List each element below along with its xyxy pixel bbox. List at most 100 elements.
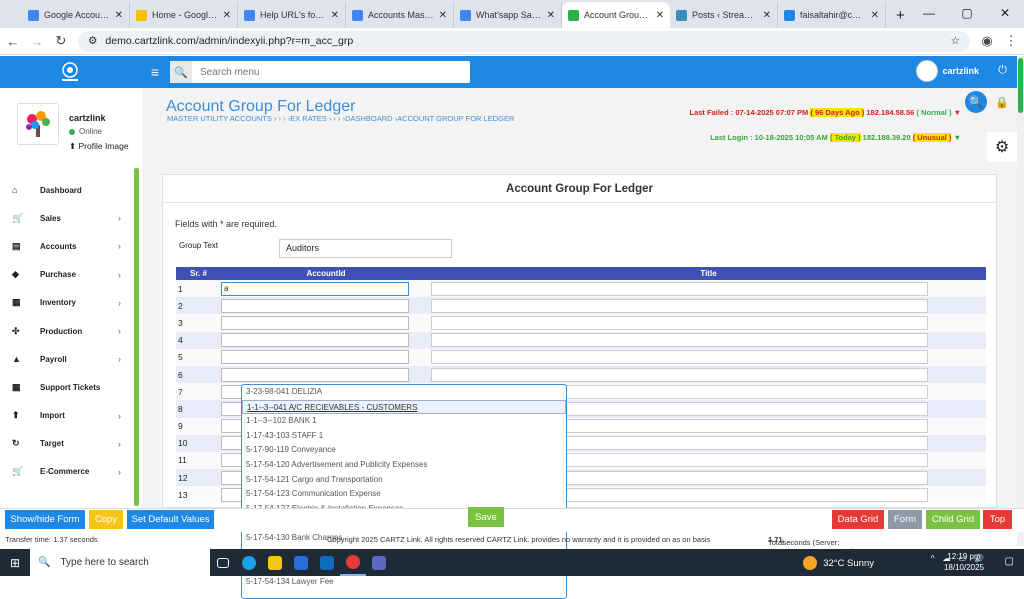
show-hide-form-button[interactable]: Show/hide Form — [5, 510, 85, 529]
tab-close-icon[interactable]: ✕ — [871, 10, 879, 21]
sidebar-item-sales[interactable]: 🛒 Sales › — [0, 204, 134, 232]
last-login-info: Last Login : 10-18-2025 10:05 AM ( Today… — [710, 133, 961, 142]
account-id-input[interactable] — [221, 350, 409, 365]
back-icon[interactable]: ← — [6, 34, 20, 49]
child-grid-button[interactable]: Child Grid — [926, 510, 980, 529]
chevron-right-icon: › — [118, 438, 121, 449]
suggestion-option[interactable]: 1-17-43-103 STAFF 1 — [242, 429, 566, 444]
hamburger-icon[interactable]: ≡ — [140, 64, 170, 80]
suggestion-option[interactable]: 5-17-54-120 Advertisement and Publicity … — [242, 458, 566, 473]
sidebar-item-dashboard[interactable]: ⌂ Dashboard — [0, 176, 134, 204]
profile-icon[interactable]: ◉ — [980, 33, 994, 49]
title-input[interactable] — [431, 367, 928, 382]
tab-close-icon[interactable]: ✕ — [331, 10, 339, 21]
sidebar-item-production[interactable]: ✣ Production › — [0, 317, 134, 345]
sidebar-item-purchase[interactable]: ◆ Purchase › — [0, 261, 134, 289]
tab-close-icon[interactable]: ✕ — [439, 10, 447, 21]
edge-icon[interactable] — [236, 549, 262, 576]
forward-icon[interactable]: → — [30, 34, 44, 49]
tab-close-icon[interactable]: ✕ — [763, 10, 771, 21]
top-button[interactable]: Top — [983, 510, 1012, 529]
sidebar-item-payroll[interactable]: ▲ Payroll › — [0, 345, 134, 373]
sidebar-item-label: Purchase — [40, 270, 77, 280]
page-scrollbar[interactable] — [1017, 56, 1024, 546]
suggestion-option[interactable]: 1-1--3--041 A/C RECIEVABLES - CUSTOMERS — [242, 399, 566, 415]
cog-icon: ✣ — [12, 325, 20, 336]
outlook-icon[interactable] — [314, 549, 340, 576]
sidebar-item-support-tickets[interactable]: ▩ Support Tickets — [0, 373, 134, 401]
group-text-input[interactable]: Auditors — [279, 239, 452, 258]
taskview-icon[interactable] — [210, 549, 236, 576]
browser-tab[interactable]: Google Accounts ✕ — [22, 2, 130, 28]
search-icon[interactable]: 🔍 — [170, 61, 192, 83]
suggestion-option[interactable]: 5-17-90-119 Conveyance — [242, 443, 566, 458]
data-grid-button[interactable]: Data Grid — [832, 510, 884, 529]
sidebar-item-target[interactable]: ↻ Target › — [0, 430, 134, 458]
sidebar-item-inventory[interactable]: ▦ Inventory › — [0, 289, 134, 317]
reload-icon[interactable]: ↻ — [54, 33, 68, 49]
account-id-input[interactable] — [221, 367, 409, 382]
suggestion-option[interactable]: 1-1--3--102 BANK 1 — [242, 414, 566, 429]
title-input[interactable] — [431, 350, 928, 365]
sidebar-item-import[interactable]: ⬆ Import › — [0, 402, 134, 430]
store-icon[interactable] — [288, 549, 314, 576]
account-id-input[interactable]: a — [221, 281, 409, 296]
browser-tab[interactable]: Home - Google Drive ✕ — [130, 2, 238, 28]
search-menu-input[interactable] — [192, 62, 470, 82]
browser-tab[interactable]: Accounts Master L... ✕ — [346, 2, 454, 28]
file-explorer-icon[interactable] — [262, 549, 288, 576]
windows-start-icon[interactable]: ⊞ — [0, 556, 30, 570]
suggestion-option[interactable]: 5-17-54-123 Communication Expense — [242, 487, 566, 502]
weather-widget[interactable]: 32°C Sunny — [803, 556, 874, 570]
copy-button[interactable]: Copy — [89, 510, 123, 529]
browser-tab[interactable]: faisaltahir@cartzlink ✕ — [778, 2, 886, 28]
close-button[interactable]: ✕ — [986, 0, 1024, 28]
clock[interactable]: 12:19 pm 18/10/2025 — [944, 551, 984, 573]
account-id-input[interactable] — [221, 333, 409, 348]
sidebar-item-accounts[interactable]: ▤ Accounts › — [0, 232, 134, 260]
save-button[interactable]: Save — [468, 507, 504, 527]
set-default-values-button[interactable]: Set Default Values — [127, 510, 214, 529]
tab-close-icon[interactable]: ✕ — [223, 10, 231, 21]
account-id-input[interactable] — [221, 298, 409, 313]
site-info-icon[interactable]: ⚙ — [88, 35, 97, 47]
app-logo[interactable] — [0, 61, 140, 83]
row-number: 9 — [178, 421, 183, 432]
profile-image-link[interactable]: ⬆ Profile Image — [69, 141, 129, 152]
taskbar-search[interactable]: 🔍 Type here to search — [30, 549, 210, 576]
suggestion-option[interactable]: 5-17-54-134 Lawyer Fee — [242, 575, 566, 590]
tab-close-icon[interactable]: ✕ — [547, 10, 555, 21]
suggestion-option[interactable]: 5-17-54-121 Cargo and Transportation — [242, 473, 566, 488]
row-number: 12 — [178, 472, 188, 483]
browser-tab[interactable]: What'sapp Sales M... ✕ — [454, 2, 562, 28]
browser-tab[interactable]: Help URL's for ERP ✕ — [238, 2, 346, 28]
tab-close-icon[interactable]: ✕ — [115, 10, 123, 21]
breadcrumb[interactable]: MASTER UTILITY ACCOUNTS › › › ›EX RATES … — [167, 114, 514, 123]
url-field[interactable]: ⚙ demo.cartzlink.com/admin/indexyii.php?… — [78, 30, 970, 52]
maximize-button[interactable]: ▢ — [948, 0, 986, 28]
search-icon[interactable]: 🔍 — [965, 91, 987, 113]
header-user[interactable]: cartzlink — [916, 60, 979, 82]
sidebar-item-e-commerce[interactable]: 🛒 E-Commerce › — [0, 458, 134, 486]
sidebar-scrollbar[interactable] — [134, 168, 139, 506]
browser-menu-icon[interactable]: ⋮ — [1004, 33, 1018, 49]
settings-gear-icon[interactable]: ⚙ — [987, 132, 1017, 162]
browser-tab[interactable]: Posts ‹ Streamline ✕ — [670, 2, 778, 28]
bookmark-star-icon[interactable]: ☆ — [951, 35, 960, 47]
browser-tab[interactable]: Account Group For... ✕ — [562, 2, 670, 28]
lock-icon[interactable]: 🔒 — [995, 96, 1009, 109]
notification-icon[interactable]: ▢ — [1005, 556, 1014, 567]
chrome-icon[interactable] — [340, 549, 366, 576]
app-icon[interactable] — [366, 549, 392, 576]
power-icon[interactable]: ⏻ — [998, 64, 1007, 77]
minimize-button[interactable]: — — [910, 0, 948, 28]
title-input[interactable] — [431, 298, 928, 313]
title-input[interactable] — [431, 315, 928, 330]
tab-close-icon[interactable]: ✕ — [656, 10, 664, 21]
title-input[interactable] — [431, 281, 928, 296]
account-id-input[interactable] — [221, 315, 409, 330]
form-button[interactable]: Form — [888, 510, 922, 529]
title-input[interactable] — [431, 333, 928, 348]
suggestion-option[interactable]: 3-23-98-041 DELIZIA — [242, 385, 566, 400]
windows-taskbar: ⊞ 🔍 Type here to search 32°C Sunny ^ ☁ ▭ 🔊 1… — [0, 549, 1024, 576]
